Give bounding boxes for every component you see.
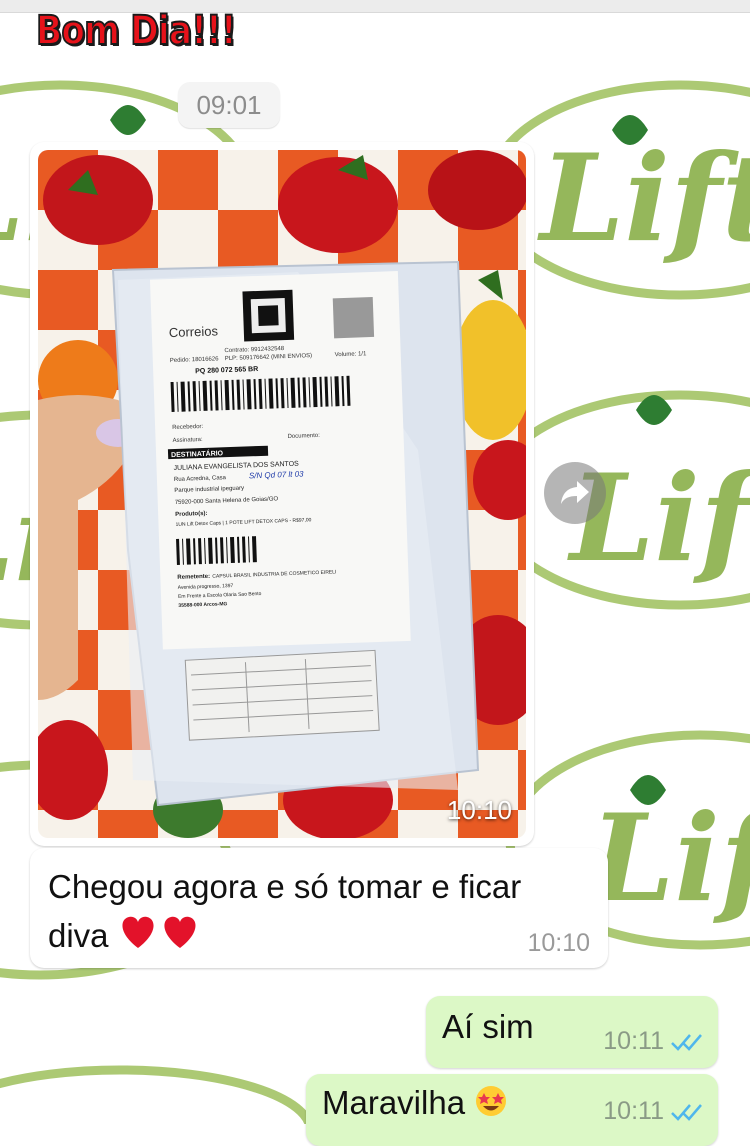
sticker-bom-dia: Bom Dia!!!	[35, 7, 237, 55]
photo-message-bubble[interactable]: Correios Pedido: 18016626 Contrato: 9912…	[30, 142, 534, 846]
read-receipt-icon	[671, 1103, 702, 1121]
svg-text:Recebedor:: Recebedor:	[172, 424, 204, 431]
svg-text:Assinatura:: Assinatura:	[173, 437, 204, 444]
package-photo[interactable]: Correios Pedido: 18016626 Contrato: 9912…	[38, 150, 526, 838]
forward-button[interactable]	[544, 462, 606, 524]
outgoing-message-time: 10:11	[603, 1097, 664, 1125]
outgoing-message-time: 10:11	[603, 1027, 664, 1055]
svg-text:S/N Qd 07 lt 03: S/N Qd 07 lt 03	[249, 469, 305, 480]
photo-timestamp: 10:10	[446, 795, 512, 825]
incoming-message-text: Chegou agora e só tomar e ficar diva	[48, 862, 588, 964]
forward-arrow-icon	[561, 481, 589, 504]
outgoing-message-text: Maravilha	[322, 1084, 508, 1126]
outgoing-message-bubble[interactable]: Aí sim 10:11	[426, 996, 718, 1068]
svg-text:Produto(s):: Produto(s):	[175, 511, 208, 518]
wallpaper-logo-text: Lift	[537, 128, 750, 269]
heart-emoji-icon	[118, 913, 202, 964]
outgoing-message-bubble[interactable]: Maravilha 10:11	[306, 1074, 718, 1146]
outgoing-message-text: Aí sim	[442, 1008, 534, 1045]
incoming-message-time: 10:10	[527, 929, 590, 957]
time-chip: 09:01	[178, 82, 280, 128]
svg-text:Documento:: Documento:	[287, 433, 320, 440]
read-receipt-icon	[671, 1033, 702, 1051]
incoming-message-bubble[interactable]: Chegou agora e só tomar e ficar diva 10:…	[30, 848, 608, 968]
svg-text:Volume: 1/1: Volume: 1/1	[335, 351, 368, 358]
package-brand: Correios	[169, 323, 219, 340]
svg-text:Lift: Lift	[587, 788, 750, 929]
svg-text:Remetente:: Remetente:	[177, 574, 210, 581]
star-struck-emoji-icon	[474, 1084, 508, 1126]
